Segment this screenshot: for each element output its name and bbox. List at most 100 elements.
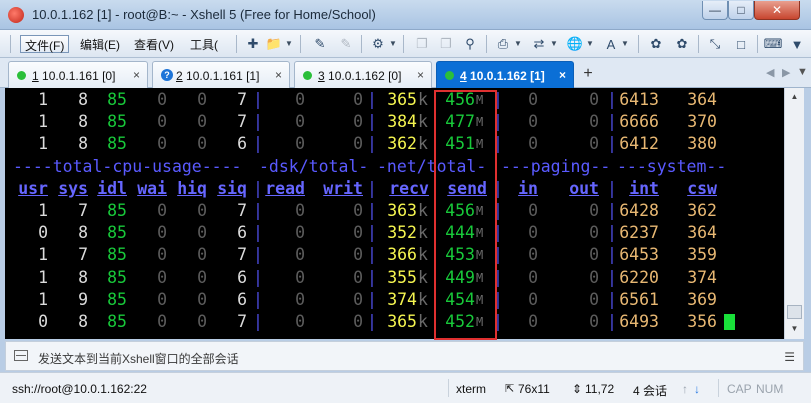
disconnect-icon[interactable]: ✎ bbox=[338, 36, 354, 52]
open-folder-icon[interactable]: 📁 bbox=[266, 36, 282, 52]
column-separator: | bbox=[253, 134, 263, 154]
terminal-data-row: 1 8 85 0 0 6 0 0 355 449 0 0 6220 374 k M | | | | bbox=[5, 266, 784, 288]
cell-siq: 6 bbox=[237, 267, 247, 287]
maximize-button[interactable]: □ bbox=[728, 1, 754, 20]
cell-out: 0 bbox=[589, 223, 599, 243]
cell-hiq: 0 bbox=[197, 112, 207, 132]
paste-icon[interactable]: ❐ bbox=[438, 36, 454, 52]
close-tab-icon[interactable]: × bbox=[559, 68, 566, 82]
tab-session-4[interactable]: 4 10.0.1.162 [1] × bbox=[436, 61, 574, 88]
add-tab-button[interactable]: + bbox=[578, 64, 598, 84]
column-separator: | bbox=[367, 223, 377, 243]
compose-menu-icon[interactable] bbox=[14, 350, 28, 361]
keyboard-icon[interactable]: ⌨ bbox=[764, 36, 783, 52]
hamburger-menu-icon[interactable]: ☰ bbox=[784, 350, 795, 364]
compose-input[interactable]: 发送文本到当前Xshell窗口的全部会话 bbox=[38, 350, 239, 367]
font-icon[interactable]: A bbox=[603, 36, 619, 52]
status-bar: ssh://root@10.0.1.162:22 xterm ⇱ 76x11 ⇕… bbox=[0, 372, 811, 403]
new-session-icon[interactable]: ✚ bbox=[245, 36, 261, 52]
cell-recv: 365 bbox=[387, 312, 417, 331]
cell-usr: 1 bbox=[38, 267, 48, 287]
close-tab-icon[interactable]: × bbox=[133, 68, 140, 82]
tab-number: 1 bbox=[32, 69, 39, 83]
cell-siq: 6 bbox=[237, 223, 247, 243]
scroll-down-icon[interactable]: ▼ bbox=[787, 322, 802, 336]
close-tab-icon[interactable]: × bbox=[275, 68, 282, 82]
column-separator: | bbox=[367, 178, 377, 198]
column-separator: | bbox=[253, 245, 263, 265]
toolbar-grip bbox=[10, 35, 11, 53]
cell-out: 0 bbox=[589, 134, 599, 154]
menu-view[interactable]: 查看(V) bbox=[130, 35, 178, 53]
window-title: 10.0.1.162 [1] - root@B:~ - Xshell 5 (Fr… bbox=[32, 7, 376, 22]
reconnect-icon[interactable]: ✎ bbox=[312, 36, 328, 52]
menu-tools[interactable]: 工具( bbox=[186, 35, 222, 53]
lock-icon[interactable]: □ bbox=[733, 36, 749, 52]
column-separator: | bbox=[253, 90, 263, 109]
connected-status-icon bbox=[445, 71, 454, 80]
cell-usr: 1 bbox=[38, 201, 48, 220]
tab-session-2[interactable]: ? 2 10.0.1.161 [1] × bbox=[152, 61, 290, 88]
close-tab-icon[interactable]: × bbox=[417, 68, 424, 82]
cell-out: 0 bbox=[589, 267, 599, 287]
print-icon[interactable]: ⎙ bbox=[495, 36, 511, 52]
column-separator: | bbox=[493, 178, 503, 198]
chevron-down-icon[interactable]: ▼ bbox=[621, 39, 629, 48]
scroll-thumb[interactable] bbox=[787, 305, 802, 319]
close-button[interactable]: ✕ bbox=[754, 1, 800, 20]
column-separator: | bbox=[607, 134, 617, 154]
column-header-out: out bbox=[569, 178, 599, 198]
scroll-up-icon[interactable]: ▲ bbox=[787, 90, 802, 104]
terminal-size: 76x11 bbox=[518, 382, 550, 396]
terminal-data-row: 1 8 85 0 0 7 0 0 365 456 0 0 6413 364 k M | | | | bbox=[5, 88, 784, 110]
cell-sys: 8 bbox=[78, 223, 88, 243]
compose-bar[interactable]: 发送文本到当前Xshell窗口的全部会话 ☰ bbox=[5, 341, 804, 371]
script-icon[interactable]: ✿ bbox=[674, 36, 690, 52]
cell-sys: 7 bbox=[78, 201, 88, 220]
tab-scroll-right-icon[interactable]: ▶ bbox=[782, 66, 790, 79]
chevron-down-icon[interactable]: ▼ bbox=[514, 39, 522, 48]
terminal-section-header: ----total-cpu-usage---- -dsk/total- -net/t… bbox=[5, 155, 784, 177]
connection-address: ssh://root@10.0.1.162:22 bbox=[12, 382, 147, 396]
tab-session-1[interactable]: 1 10.0.1.161 [0] × bbox=[8, 61, 148, 88]
menu-toolbar: 文件(F) 编辑(E) 查看(V) 工具( ✚ 📁 ▼ ✎ ✎ ⚙ ▼ ❐ ❐ … bbox=[0, 30, 811, 58]
menu-edit[interactable]: 编辑(E) bbox=[76, 35, 124, 53]
column-separator: | bbox=[367, 134, 377, 154]
tab-session-3[interactable]: 3 10.0.1.162 [0] × bbox=[294, 61, 432, 88]
chevron-down-icon[interactable]: ▼ bbox=[586, 39, 594, 48]
cell-usr: 0 bbox=[38, 312, 48, 331]
column-header-send: send bbox=[447, 178, 487, 198]
cell-csw: 356 bbox=[687, 312, 717, 331]
cell-writ: 0 bbox=[353, 112, 363, 132]
tab-list-icon[interactable]: ▼ bbox=[797, 66, 808, 78]
properties-icon[interactable]: ⚙ bbox=[370, 36, 386, 52]
copy-icon[interactable]: ❐ bbox=[414, 36, 430, 52]
globe-icon[interactable]: 🌐 bbox=[567, 36, 583, 52]
recv-unit: k bbox=[418, 312, 428, 331]
column-separator: | bbox=[367, 312, 377, 331]
chevron-down-icon[interactable]: ▼ bbox=[389, 39, 397, 48]
minimize-button[interactable]: — bbox=[702, 1, 728, 20]
tab-label: 10.0.1.161 [1] bbox=[186, 69, 260, 83]
xftp-icon[interactable]: ✿ bbox=[648, 36, 664, 52]
toolbar-separator bbox=[361, 35, 362, 53]
terminal-output[interactable]: 1 8 85 0 0 7 0 0 365 456 0 0 6413 364 k M | | | | 1 8 85 0 0 7 0 0 3… bbox=[5, 88, 784, 339]
chevron-down-icon[interactable]: ▼ bbox=[550, 39, 558, 48]
recv-unit: k bbox=[418, 267, 428, 287]
cell-idl: 85 bbox=[107, 223, 127, 243]
fullscreen-icon[interactable]: ⤡ bbox=[707, 36, 723, 52]
find-icon[interactable]: ⚲ bbox=[462, 36, 478, 52]
help-icon[interactable]: ▼ bbox=[789, 36, 805, 52]
section-header-system: ---system-- bbox=[617, 156, 727, 176]
tab-scroll-left-icon[interactable]: ◀ bbox=[766, 66, 774, 79]
terminal-scrollbar[interactable]: ▲ ▼ bbox=[784, 88, 804, 339]
cell-siq: 7 bbox=[237, 201, 247, 220]
cell-idl: 85 bbox=[107, 201, 127, 220]
menu-file[interactable]: 文件(F) bbox=[20, 35, 70, 53]
xshell-app-icon[interactable] bbox=[8, 7, 24, 23]
cell-int: 6561 bbox=[619, 289, 659, 309]
cell-usr: 1 bbox=[38, 245, 48, 265]
transfer-icon[interactable]: ⇄ bbox=[531, 36, 547, 52]
chevron-down-icon[interactable]: ▼ bbox=[285, 39, 293, 48]
cell-usr: 1 bbox=[38, 289, 48, 309]
